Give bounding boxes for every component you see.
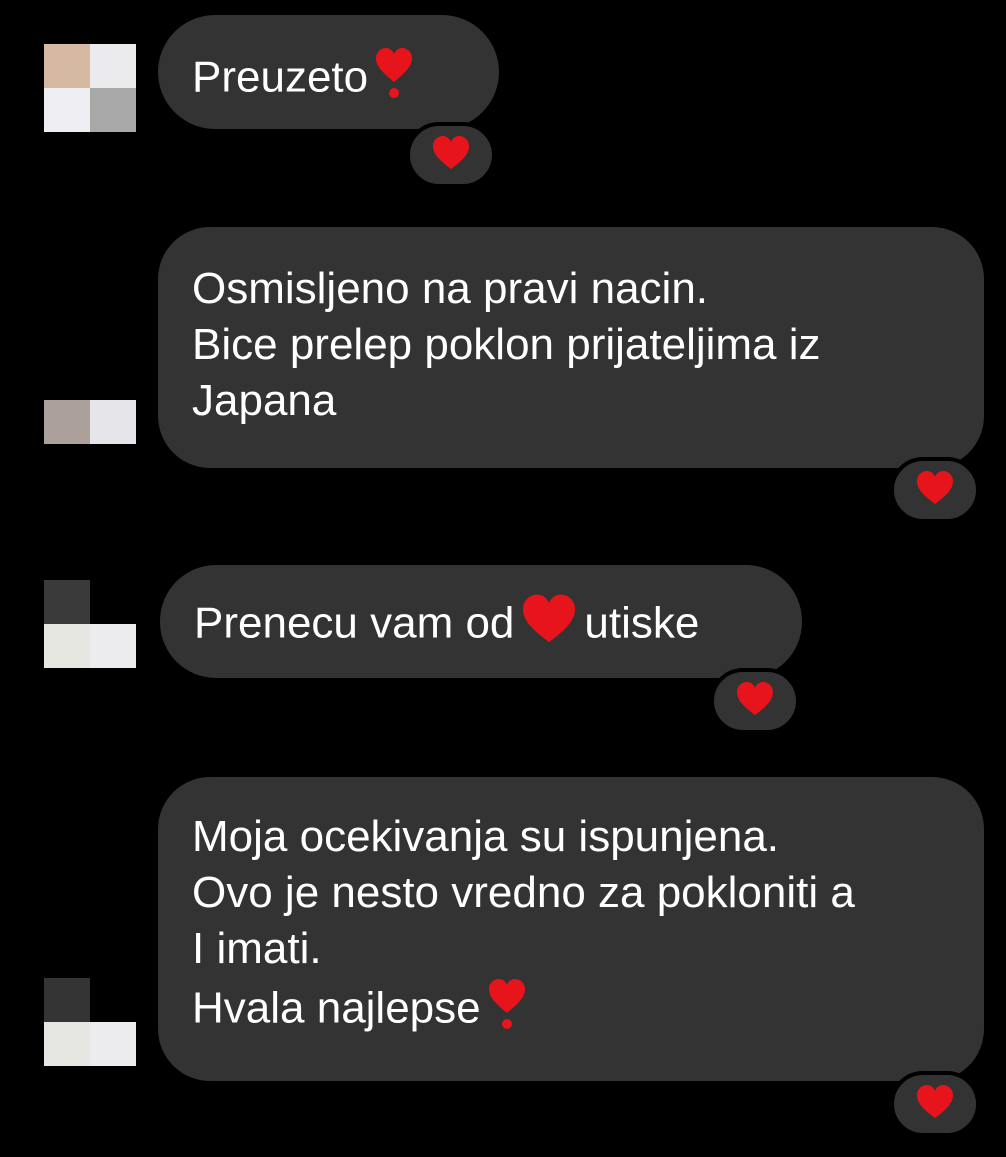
sender-avatar[interactable] bbox=[44, 400, 136, 444]
avatar-pixel bbox=[90, 400, 136, 444]
sender-avatar[interactable] bbox=[44, 978, 136, 1066]
heart-icon bbox=[520, 593, 578, 659]
message-text: Bice prelep poklon prijateljima iz bbox=[192, 320, 821, 369]
message-text: I imati. bbox=[192, 924, 322, 973]
sender-avatar[interactable] bbox=[44, 580, 136, 668]
avatar-pixel bbox=[44, 624, 90, 668]
reaction-badge[interactable] bbox=[710, 668, 800, 734]
message-bubble[interactable]: Osmisljeno na pravi nacin. Bice prelep p… bbox=[158, 227, 984, 468]
message-text: Preuzeto bbox=[192, 52, 369, 102]
heart-icon bbox=[915, 1084, 955, 1125]
avatar-pixel bbox=[44, 400, 90, 444]
heart-icon bbox=[735, 681, 775, 722]
avatar-pixel bbox=[90, 1022, 136, 1066]
avatar-pixel bbox=[44, 44, 90, 88]
heart-exclamation-icon bbox=[487, 977, 527, 1045]
message-text: Moja ocekivanja su ispunjena. bbox=[192, 812, 780, 861]
message-text: utiske bbox=[584, 598, 700, 648]
avatar-pixel bbox=[44, 580, 90, 624]
avatar-pixel bbox=[90, 624, 136, 668]
message-text: Prenecu vam od bbox=[194, 598, 515, 648]
avatar-pixel bbox=[44, 88, 90, 132]
avatar-pixel bbox=[90, 88, 136, 132]
message-bubble[interactable]: Preuzeto bbox=[158, 15, 499, 129]
avatar-pixel bbox=[90, 44, 136, 88]
reaction-badge[interactable] bbox=[406, 122, 496, 188]
heart-icon bbox=[915, 470, 955, 511]
message-bubble[interactable]: Prenecu vam od utiske bbox=[160, 565, 802, 678]
avatar-pixel bbox=[44, 978, 90, 1022]
reaction-badge[interactable] bbox=[890, 1071, 980, 1137]
reaction-badge[interactable] bbox=[890, 457, 980, 523]
message-text: Osmisljeno na pravi nacin. bbox=[192, 264, 709, 313]
avatar-pixel bbox=[44, 1022, 90, 1066]
message-bubble[interactable]: Moja ocekivanja su ispunjena. Ovo je nes… bbox=[158, 777, 984, 1081]
heart-exclamation-icon bbox=[374, 46, 414, 114]
message-text: Japana bbox=[192, 376, 337, 425]
avatar-pixel bbox=[90, 580, 136, 624]
sender-avatar[interactable] bbox=[44, 44, 136, 132]
message-text: Hvala najlepse bbox=[192, 983, 481, 1033]
heart-icon bbox=[431, 135, 471, 176]
avatar-pixel bbox=[90, 978, 136, 1022]
message-text: Ovo je nesto vredno za pokloniti a bbox=[192, 868, 855, 917]
